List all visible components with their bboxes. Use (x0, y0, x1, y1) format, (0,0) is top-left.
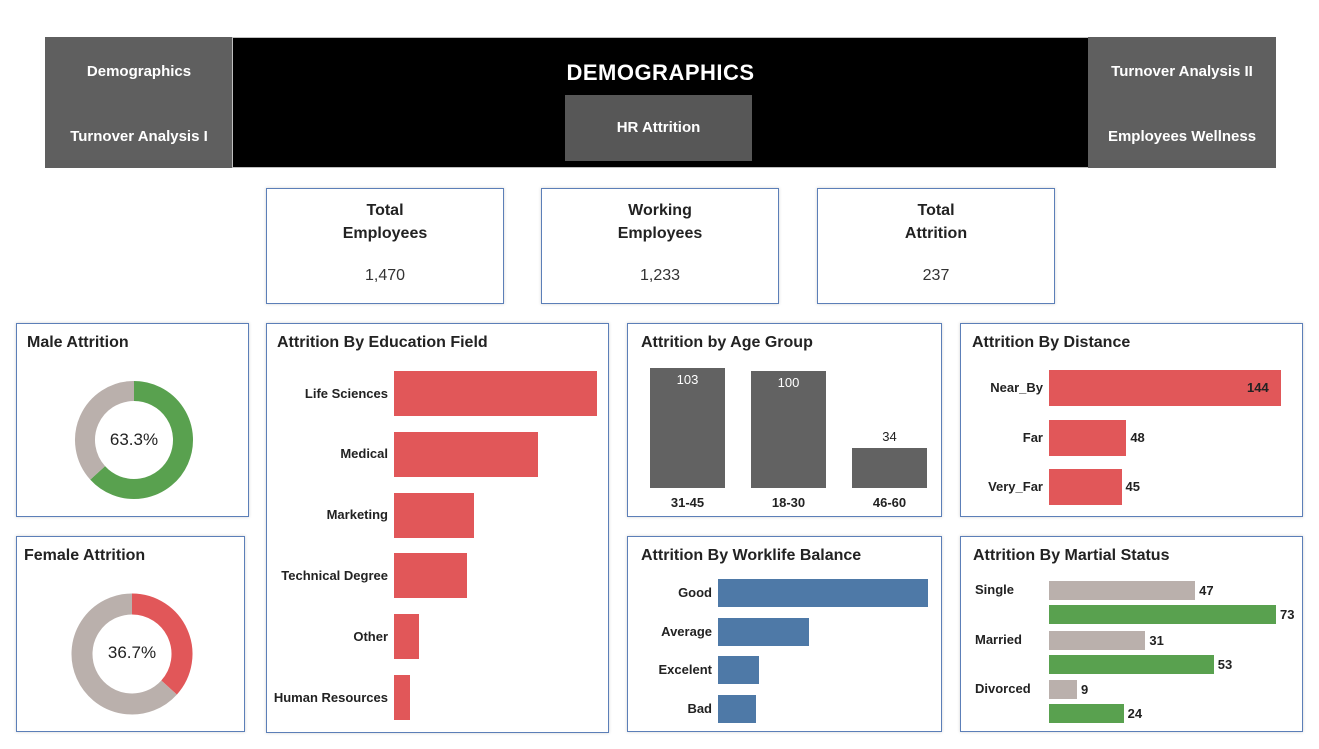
chart-title: Attrition By Distance (972, 334, 1131, 351)
nav-demographics-link[interactable]: Demographics (45, 63, 233, 80)
category-label: Very_Far (988, 479, 1043, 494)
marital-status-card: Attrition By Martial Status Single 47 73 Ma… (960, 536, 1303, 732)
worklife-balance-card: Attrition By Worklife Balance Good Averag… (627, 536, 942, 732)
category-label: Bad (687, 700, 712, 716)
education-field-card: Attrition By Education Field Life Scienc… (266, 323, 609, 733)
nav-employees-wellness-link[interactable]: Employees Wellness (1088, 128, 1276, 145)
value-label: 24 (1127, 706, 1143, 721)
nav-turnover-analysis-1-link[interactable]: Turnover Analysis I (45, 128, 233, 145)
bar-technical-degree (394, 553, 467, 599)
bar-bad (718, 694, 757, 723)
kpi-value: 1,233 (639, 267, 681, 284)
category-label: Other (353, 628, 388, 644)
chart-title: Attrition By Education Field (277, 334, 488, 351)
bar-married-series-1 (1049, 654, 1214, 674)
bar-divorced-series-0 (1049, 680, 1077, 699)
category-label: Near_By (990, 380, 1043, 395)
age-group-card: Attrition by Age Group 103 31-45 100 18-30 3… (627, 323, 942, 517)
category-label: 46-60 (872, 495, 907, 510)
category-label: 31-45 (670, 495, 705, 510)
kpi-total-attrition: Total Attrition 237 (817, 188, 1055, 304)
title-banner: DEMOGRAPHICS HR Attrition (232, 37, 1089, 168)
value-label: 53 (1217, 656, 1233, 672)
bar-divorced-series-1 (1049, 704, 1124, 723)
bar-very-far (1049, 469, 1122, 505)
category-label: 18-30 (771, 495, 806, 510)
category-label: Good (678, 585, 712, 600)
category-label: Divorced (975, 681, 1031, 696)
kpi-label: Total Attrition (904, 202, 968, 242)
bar-life-sciences (394, 371, 597, 416)
chart-title: Attrition By Worklife Balance (641, 547, 862, 564)
nav-turnover-analysis-2-link[interactable]: Turnover Analysis II (1088, 63, 1276, 80)
donut-center-label: 63.3% (109, 430, 159, 449)
value-label: 144 (1247, 380, 1269, 395)
chart-title: Attrition By Martial Status (973, 547, 1170, 564)
hr-attrition-button[interactable]: HR Attrition (565, 95, 752, 161)
bar-46-60 (852, 448, 927, 488)
category-label: Excelent (658, 662, 712, 677)
category-label: Human Resources (273, 689, 388, 705)
category-label: Medical (340, 446, 388, 462)
kpi-total-employees: Total Employees 1,470 (266, 188, 504, 304)
value-label: 31 (1149, 632, 1164, 648)
bar-single-series-1 (1049, 605, 1276, 624)
kpi-label: Working Employees (617, 202, 703, 242)
bar-far (1049, 419, 1127, 456)
value-label: 100 (777, 375, 800, 391)
bar-human-resources (394, 675, 410, 720)
female-attrition-card: Female Attrition 36.7% (16, 536, 245, 732)
bar-excelent (718, 656, 760, 684)
distance-card: Attrition By Distance Near_By 144 Far 48 Ver… (960, 323, 1303, 517)
donut-center-label: 36.7% (107, 643, 157, 662)
category-label: Single (975, 582, 1015, 597)
kpi-working-employees: Working Employees 1,233 (541, 188, 779, 304)
bar-married-series-0 (1049, 630, 1146, 650)
nav-left-block: Demographics Turnover Analysis I (45, 37, 233, 168)
chart-title: Attrition by Age Group (641, 334, 813, 351)
bar-other (394, 614, 420, 660)
bar-good (718, 579, 928, 607)
category-label: Married (975, 631, 1022, 647)
value-label: 34 (882, 429, 897, 445)
bar-average (718, 617, 809, 646)
value-label: 103 (676, 372, 699, 387)
value-label: 73 (1280, 607, 1295, 622)
male-attrition-donut (75, 381, 193, 499)
nav-right-block: Turnover Analysis II Employees Wellness (1088, 37, 1276, 168)
category-label: Far (1022, 429, 1043, 445)
kpi-value: 1,470 (364, 267, 406, 284)
page-title: DEMOGRAPHICS (566, 60, 755, 85)
category-label: Life Sciences (304, 385, 388, 401)
bar-marketing (394, 492, 474, 538)
value-label: 9 (1080, 682, 1089, 697)
bar-medical (394, 431, 538, 477)
kpi-label: Total Employees (342, 202, 428, 242)
category-label: Technical Degree (281, 567, 388, 583)
male-attrition-card: Male Attrition 63.3% (16, 323, 249, 517)
category-label: Marketing (326, 507, 388, 523)
value-label: 48 (1130, 429, 1145, 445)
kpi-value: 237 (922, 267, 950, 284)
bar-single-series-0 (1049, 581, 1196, 600)
category-label: Average (661, 623, 712, 639)
female-attrition-donut (71, 593, 193, 715)
value-label: 45 (1125, 479, 1140, 494)
value-label: 47 (1199, 583, 1214, 598)
